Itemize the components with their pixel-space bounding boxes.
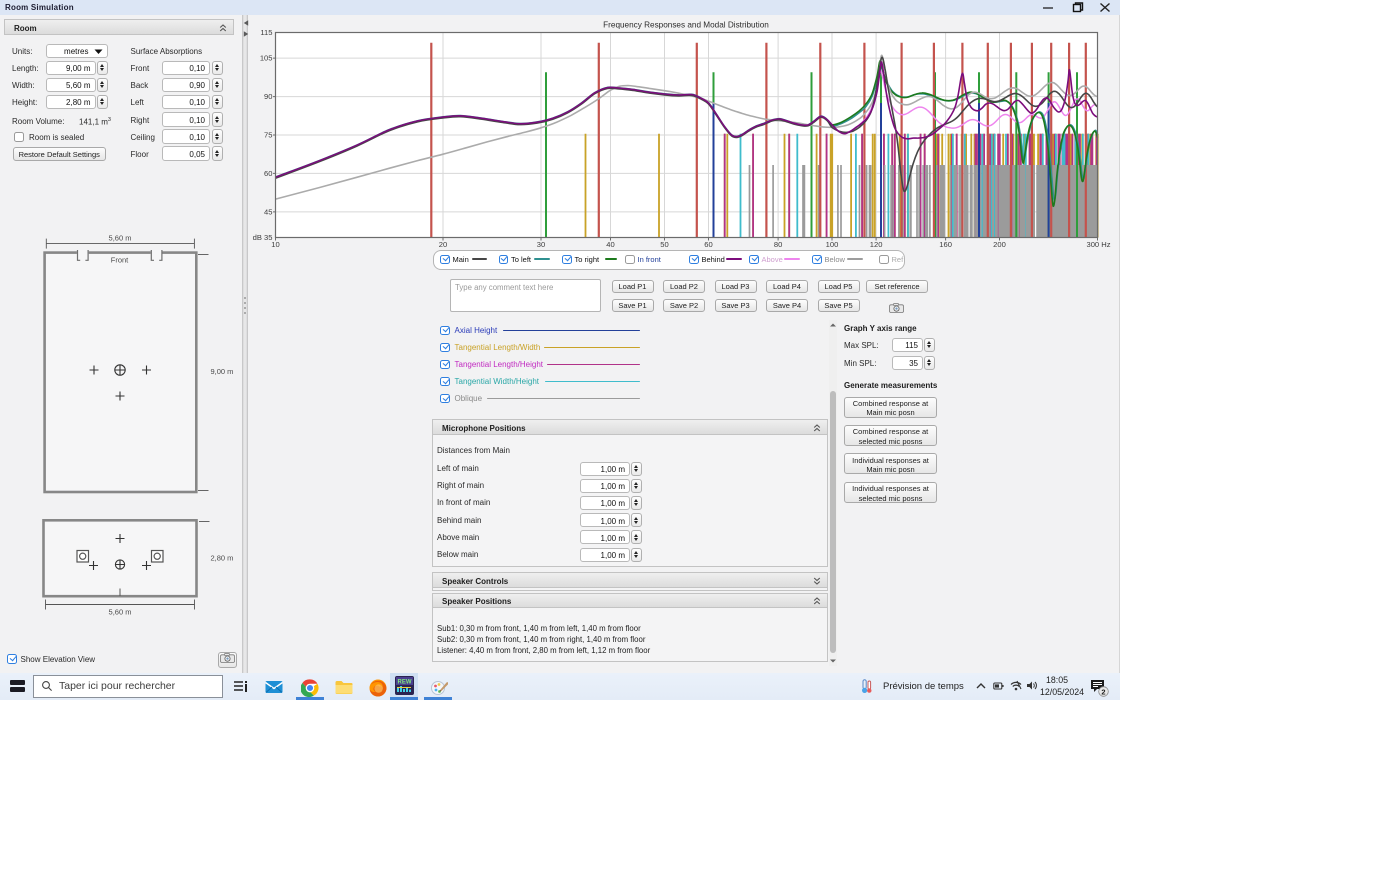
- svg-text:200: 200: [993, 240, 1006, 249]
- svg-text:45: 45: [264, 207, 272, 216]
- svg-text:100: 100: [826, 240, 839, 249]
- svg-text:5,60 m: 5,60 m: [109, 234, 132, 243]
- svg-text:5,60 m: 5,60 m: [109, 608, 132, 617]
- svg-text:Front: Front: [111, 256, 129, 265]
- svg-text:30: 30: [537, 240, 545, 249]
- svg-text:80: 80: [774, 240, 782, 249]
- svg-text:75: 75: [264, 130, 272, 139]
- svg-text:50: 50: [660, 240, 668, 249]
- svg-text:10: 10: [271, 240, 279, 249]
- svg-text:40: 40: [606, 240, 614, 249]
- svg-text:2: 2: [1101, 687, 1105, 696]
- svg-text:9,00 m: 9,00 m: [211, 367, 234, 376]
- svg-text:Frequency Responses and Modal: Frequency Responses and Modal Distributi…: [603, 20, 769, 29]
- svg-text:160: 160: [939, 240, 952, 249]
- svg-text:20: 20: [439, 240, 447, 249]
- svg-text:2,80 m: 2,80 m: [211, 554, 234, 563]
- svg-text:120: 120: [870, 240, 883, 249]
- svg-text:90: 90: [264, 92, 272, 101]
- svg-text:300 Hz: 300 Hz: [1086, 240, 1110, 249]
- svg-text:REW: REW: [398, 680, 412, 686]
- svg-text:60: 60: [264, 168, 272, 177]
- svg-text:115: 115: [260, 28, 272, 37]
- svg-text:105: 105: [260, 53, 273, 62]
- svg-text:dB 35: dB 35: [253, 233, 273, 242]
- svg-text:60: 60: [704, 240, 712, 249]
